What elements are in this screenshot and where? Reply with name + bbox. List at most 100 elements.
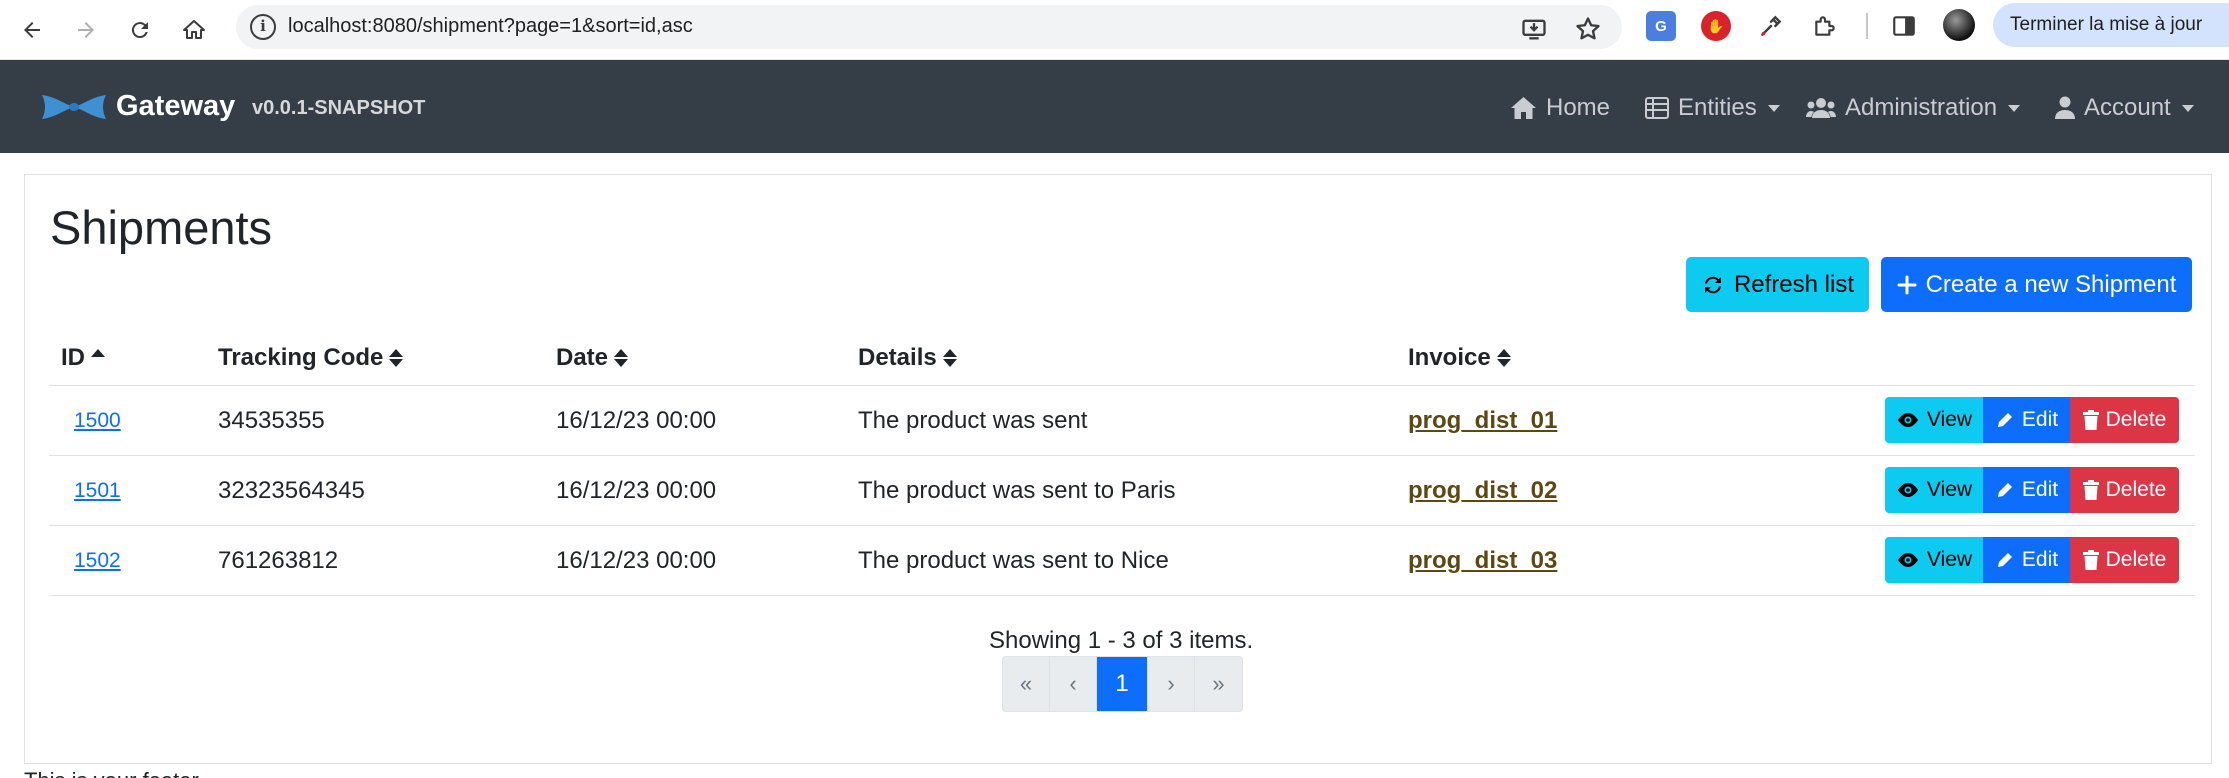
table-row-id-link[interactable]: 1500 (74, 409, 121, 433)
forward-arrow-icon[interactable] (66, 10, 106, 50)
pencil-icon (1997, 413, 2012, 427)
view-button-label: View (1926, 478, 1973, 501)
reload-icon[interactable] (120, 10, 160, 50)
refresh-list-label: Refresh list (1733, 270, 1855, 298)
delete-button[interactable]: Delete (2070, 467, 2179, 513)
table-divider (49, 595, 2195, 596)
table-row-invoice-link[interactable]: prog_dist_02 (1408, 477, 1557, 505)
eye-icon (1897, 483, 1918, 497)
brand-version: v0.0.1-SNAPSHOT (252, 97, 426, 119)
user-icon (2055, 96, 2075, 119)
edit-button[interactable]: Edit (1983, 397, 2070, 443)
nav-entities[interactable]: Entities (1645, 94, 1780, 122)
pagination-next[interactable]: › (1148, 657, 1195, 711)
eyedropper-extension-icon[interactable] (1756, 11, 1786, 41)
chevron-down-icon (2181, 104, 2194, 112)
sort-icon (614, 349, 629, 367)
users-icon (1806, 98, 1836, 118)
view-button[interactable]: View (1885, 537, 1983, 583)
pencil-icon (1997, 553, 2012, 567)
table-row-date: 16/12/23 00:00 (556, 407, 717, 434)
delete-button-label: Delete (2105, 478, 2167, 501)
nav-home[interactable]: Home (1510, 94, 1610, 122)
pagination-current-page[interactable]: 1 (1097, 657, 1148, 711)
puzzle-extensions-icon[interactable] (1810, 11, 1840, 41)
column-header-details-label: Details (858, 344, 937, 371)
column-header-tracking-code-label: Tracking Code (218, 344, 384, 371)
table-row-invoice-link[interactable]: prog_dist_01 (1408, 407, 1557, 435)
view-button[interactable]: View (1885, 467, 1983, 513)
sort-icon (389, 349, 404, 367)
brand-name[interactable]: Gateway (116, 90, 235, 123)
update-browser-button[interactable]: Terminer la mise à jour (1993, 3, 2229, 47)
nav-administration-label: Administration (1845, 94, 1998, 121)
site-info-icon[interactable]: i (250, 14, 276, 40)
column-header-date[interactable]: Date (556, 344, 629, 372)
table-row-details: The product was sent to Paris (858, 477, 1176, 504)
back-arrow-icon[interactable] (12, 10, 52, 50)
pencil-icon (1997, 483, 2012, 497)
table-row-date: 16/12/23 00:00 (556, 477, 717, 504)
table-row-id-link[interactable]: 1502 (74, 549, 121, 573)
column-header-id-label: ID (61, 344, 85, 371)
install-app-icon[interactable] (1520, 15, 1548, 43)
bookmark-star-icon[interactable] (1574, 15, 1602, 43)
view-button-label: View (1926, 408, 1973, 431)
home-icon[interactable] (174, 10, 214, 50)
delete-button-label: Delete (2105, 408, 2167, 431)
column-header-invoice[interactable]: Invoice (1408, 344, 1511, 372)
translate-extension-icon[interactable]: G (1646, 11, 1676, 41)
table-row-details: The product was sent to Nice (858, 547, 1169, 574)
table-row-details: The product was sent (858, 407, 1088, 434)
nav-account-label: Account (2084, 94, 2171, 121)
table-row-tracking: 32323564345 (218, 477, 365, 504)
shipments-card: Shipments Refresh list Create a new Ship… (24, 174, 2212, 764)
column-header-details[interactable]: Details (858, 344, 957, 372)
sync-icon (1704, 276, 1721, 293)
nav-account[interactable]: Account (2055, 94, 2194, 122)
nav-administration[interactable]: Administration (1806, 94, 2021, 122)
create-shipment-label: Create a new Shipment (1925, 270, 2177, 298)
column-header-tracking-code[interactable]: Tracking Code (218, 344, 404, 372)
address-bar[interactable]: i localhost:8080/shipment?page=1&sort=id… (236, 5, 1622, 49)
delete-button[interactable]: Delete (2070, 537, 2179, 583)
table-row-invoice-link[interactable]: prog_dist_03 (1408, 547, 1557, 575)
toolbar-divider (1866, 13, 1868, 39)
update-browser-label: Terminer la mise à jour (2010, 14, 2203, 35)
table-row-id-link[interactable]: 1501 (74, 479, 121, 503)
chevron-down-icon (1767, 104, 1780, 112)
adblock-extension-icon[interactable]: ✋ (1701, 11, 1731, 41)
pagination-prev[interactable]: ‹ (1050, 657, 1097, 711)
pagination-last[interactable]: » (1195, 657, 1242, 711)
sort-icon (1496, 349, 1511, 367)
page-title: Shipments (50, 201, 273, 254)
delete-button[interactable]: Delete (2070, 397, 2179, 443)
create-shipment-button[interactable]: Create a new Shipment (1881, 257, 2192, 312)
table-row-tracking: 761263812 (218, 547, 339, 574)
pagination-summary: Showing 1 - 3 of 3 items. (989, 627, 1254, 654)
pagination-first[interactable]: « (1003, 657, 1050, 711)
table-divider (49, 525, 2195, 526)
edit-button[interactable]: Edit (1983, 467, 2070, 513)
url-text[interactable]: localhost:8080/shipment?page=1&sort=id,a… (288, 15, 693, 38)
view-button[interactable]: View (1885, 397, 1983, 443)
footer-text: This is your footer (24, 768, 199, 778)
pagination: « ‹ 1 › » (1002, 656, 1243, 712)
column-header-id[interactable]: ID (61, 344, 105, 372)
brand-logo-icon[interactable] (40, 93, 108, 121)
edit-button-label: Edit (2021, 478, 2059, 501)
refresh-list-button[interactable]: Refresh list (1686, 257, 1869, 312)
profile-avatar[interactable] (1943, 9, 1975, 41)
side-panel-icon[interactable] (1889, 11, 1919, 41)
app-navbar: Gateway v0.0.1-SNAPSHOT Home Entities Ad… (0, 60, 2229, 153)
browser-toolbar: i localhost:8080/shipment?page=1&sort=id… (0, 0, 2229, 60)
column-header-date-label: Date (556, 344, 609, 371)
table-row-date: 16/12/23 00:00 (556, 547, 717, 574)
view-button-label: View (1926, 548, 1973, 571)
edit-button[interactable]: Edit (1983, 537, 2070, 583)
column-header-invoice-label: Invoice (1408, 344, 1491, 371)
trash-icon (2082, 410, 2099, 430)
sort-ascending-icon (91, 349, 105, 357)
trash-icon (2082, 480, 2099, 500)
edit-button-label: Edit (2021, 408, 2059, 431)
